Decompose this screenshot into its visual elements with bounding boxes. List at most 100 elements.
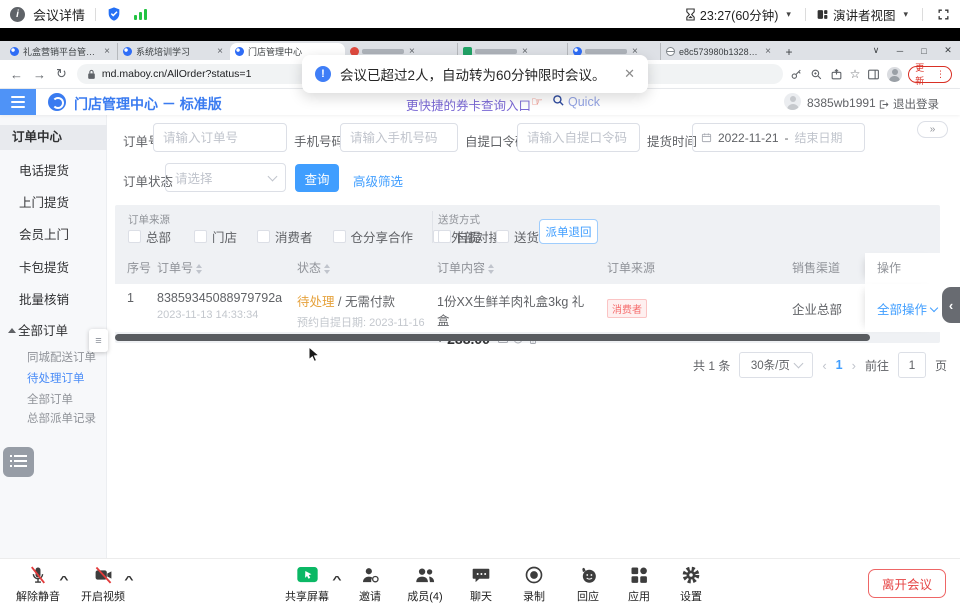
col-content[interactable]: 订单内容 [425, 253, 494, 284]
leave-meeting-button[interactable]: 离开会议 [868, 569, 946, 598]
browser-tab[interactable]: e8c573980b1328a258fd2e61 × [660, 43, 778, 60]
members-button[interactable]: 成员(4) [397, 565, 453, 604]
share-screen-button[interactable]: 共享屏幕 [279, 565, 335, 604]
key-icon[interactable] [790, 68, 803, 81]
browser-menu-icon[interactable]: ⋮ [936, 69, 945, 80]
order-no-input[interactable] [153, 123, 287, 152]
expand-filters-button[interactable]: » [917, 121, 948, 138]
checkbox-consumer[interactable] [257, 230, 270, 243]
record-button[interactable]: 录制 [506, 565, 562, 604]
checkbox-label[interactable]: 送货 [514, 227, 539, 246]
order-status-select[interactable]: 请选择 [165, 163, 286, 192]
side-panel-icon[interactable] [867, 68, 880, 81]
sidebar-item-pending-orders[interactable]: 待处理订单 [0, 370, 107, 388]
new-tab-button[interactable]: + [778, 43, 800, 60]
chrome-update-button[interactable]: 更新 ⋮ [908, 66, 952, 83]
horizontal-scrollbar[interactable] [115, 334, 870, 341]
quick-search-icon[interactable] [552, 94, 565, 112]
refresh-icon[interactable]: ↻ [56, 66, 67, 82]
user-avatar[interactable] [784, 93, 801, 110]
minimize-icon[interactable]: ─ [888, 46, 912, 56]
sort-icon[interactable] [324, 264, 330, 274]
view-mode-label[interactable]: 演讲者视图 [833, 5, 896, 24]
pickup-code-input[interactable] [517, 123, 640, 152]
quick-label[interactable]: Quick [568, 95, 600, 109]
invite-button[interactable]: 邀请 [342, 565, 398, 604]
bookmark-star-icon[interactable]: ☆ [850, 67, 861, 81]
maximize-icon[interactable]: □ [912, 46, 936, 56]
timer-caret-icon[interactable]: ▾ [786, 9, 791, 20]
browser-tab[interactable]: 系统培训学习 × [117, 43, 230, 60]
tab-title-obscured [475, 49, 517, 54]
sidebar-item-door-pickup[interactable]: 上门提货 [0, 193, 107, 213]
checkbox-self-pickup[interactable] [438, 230, 451, 243]
floating-list-button[interactable] [3, 447, 34, 477]
back-icon[interactable]: ← [10, 67, 23, 82]
sidebar-item-phone-pickup[interactable]: 电话提货 [0, 161, 107, 181]
sidebar-item-card-pickup[interactable]: 卡包提货 [0, 258, 107, 278]
view-caret-icon[interactable]: ▾ [903, 9, 908, 20]
tab-search-icon[interactable]: ∨ [864, 45, 888, 56]
checkbox-hq[interactable] [128, 230, 141, 243]
unmute-button[interactable]: 解除静音 [10, 565, 66, 604]
prev-page-icon[interactable]: ‹ [822, 358, 826, 373]
browser-tab[interactable]: 礼盒营销平台管理中心 × [5, 43, 117, 60]
logout-button[interactable]: 退出登录 [878, 96, 939, 112]
tab-close-icon[interactable]: × [763, 46, 773, 57]
search-button[interactable]: 查询 [295, 164, 339, 192]
share-icon[interactable] [830, 68, 843, 81]
apps-button[interactable]: 应用 [611, 565, 667, 604]
checkbox-delivery[interactable] [496, 230, 509, 243]
goto-page-input[interactable] [898, 352, 926, 378]
right-panel-collapse-handle[interactable]: ‹ [942, 287, 960, 323]
forward-icon[interactable]: → [33, 67, 46, 82]
checkbox-label[interactable]: 仓分享合作 [351, 227, 414, 246]
video-options-caret[interactable]: ^ [124, 575, 133, 586]
page-size-select[interactable]: 30条/页 [739, 352, 813, 378]
reactions-button[interactable]: 回应 [560, 565, 616, 604]
sidebar-item-hq-dispatch[interactable]: 总部派单记录 [0, 410, 107, 428]
checkbox-label[interactable]: 门店 [212, 227, 237, 246]
col-status[interactable]: 状态 [285, 253, 330, 284]
meeting-details-label[interactable]: 会议详情 [33, 5, 85, 24]
table-row[interactable]: 1 83859345088979792a 2023-11-13 14:33:34… [115, 284, 940, 332]
phone-input[interactable] [340, 123, 458, 152]
checkbox-store[interactable] [194, 230, 207, 243]
mic-options-caret[interactable]: ^ [59, 575, 68, 586]
security-shield-icon[interactable] [106, 6, 122, 22]
checkbox-label[interactable]: 消费者 [275, 227, 313, 246]
sidebar-item-all-orders[interactable]: 全部订单 [0, 391, 107, 409]
toast-close-icon[interactable]: ✕ [624, 66, 635, 82]
sort-icon[interactable] [488, 264, 494, 274]
checkbox-warehouse-share[interactable] [333, 230, 346, 243]
close-icon[interactable]: ✕ [936, 45, 960, 56]
share-options-caret[interactable]: ^ [332, 575, 341, 586]
sidebar-item-batch-verify[interactable]: 批量核销 [0, 290, 107, 310]
zoom-icon[interactable] [810, 68, 823, 81]
network-signal-icon[interactable] [134, 8, 147, 20]
checkbox-label[interactable]: 自提 [456, 227, 481, 246]
dispatch-return-button[interactable]: 派单退回 [539, 219, 598, 244]
current-page[interactable]: 1 [836, 358, 843, 372]
date-range-picker[interactable]: 2022-11-21 - 结束日期 [692, 123, 865, 152]
col-order-no[interactable]: 订单号 [145, 253, 202, 284]
meeting-info-icon[interactable]: i [10, 7, 25, 22]
menu-toggle-button[interactable] [0, 89, 36, 115]
sidebar-section-order-center[interactable]: 订单中心 [0, 125, 107, 150]
sidebar-item-member-visit[interactable]: 会员上门 [0, 225, 107, 245]
settings-button[interactable]: 设置 [663, 565, 719, 604]
start-video-button[interactable]: 开启视频 [75, 565, 131, 604]
sales-channel: 企业总部 [792, 299, 865, 318]
sort-icon[interactable] [196, 264, 202, 274]
browser-profile-icon[interactable] [887, 67, 902, 82]
all-actions-dropdown[interactable]: 全部操作 [877, 299, 937, 318]
fullscreen-icon[interactable] [937, 8, 950, 21]
tab-close-icon[interactable]: × [215, 46, 225, 57]
next-page-icon[interactable]: › [852, 358, 856, 373]
checkbox-label[interactable]: 总部 [146, 227, 171, 246]
sidebar-drag-handle[interactable]: ≡ [89, 329, 108, 352]
advanced-filter-link[interactable]: 高级筛选 [353, 171, 403, 190]
coupon-query-link[interactable]: 更快捷的券卡查询入口 [406, 95, 531, 114]
chat-button[interactable]: 聊天 [453, 565, 509, 604]
tab-close-icon[interactable]: × [102, 46, 112, 57]
